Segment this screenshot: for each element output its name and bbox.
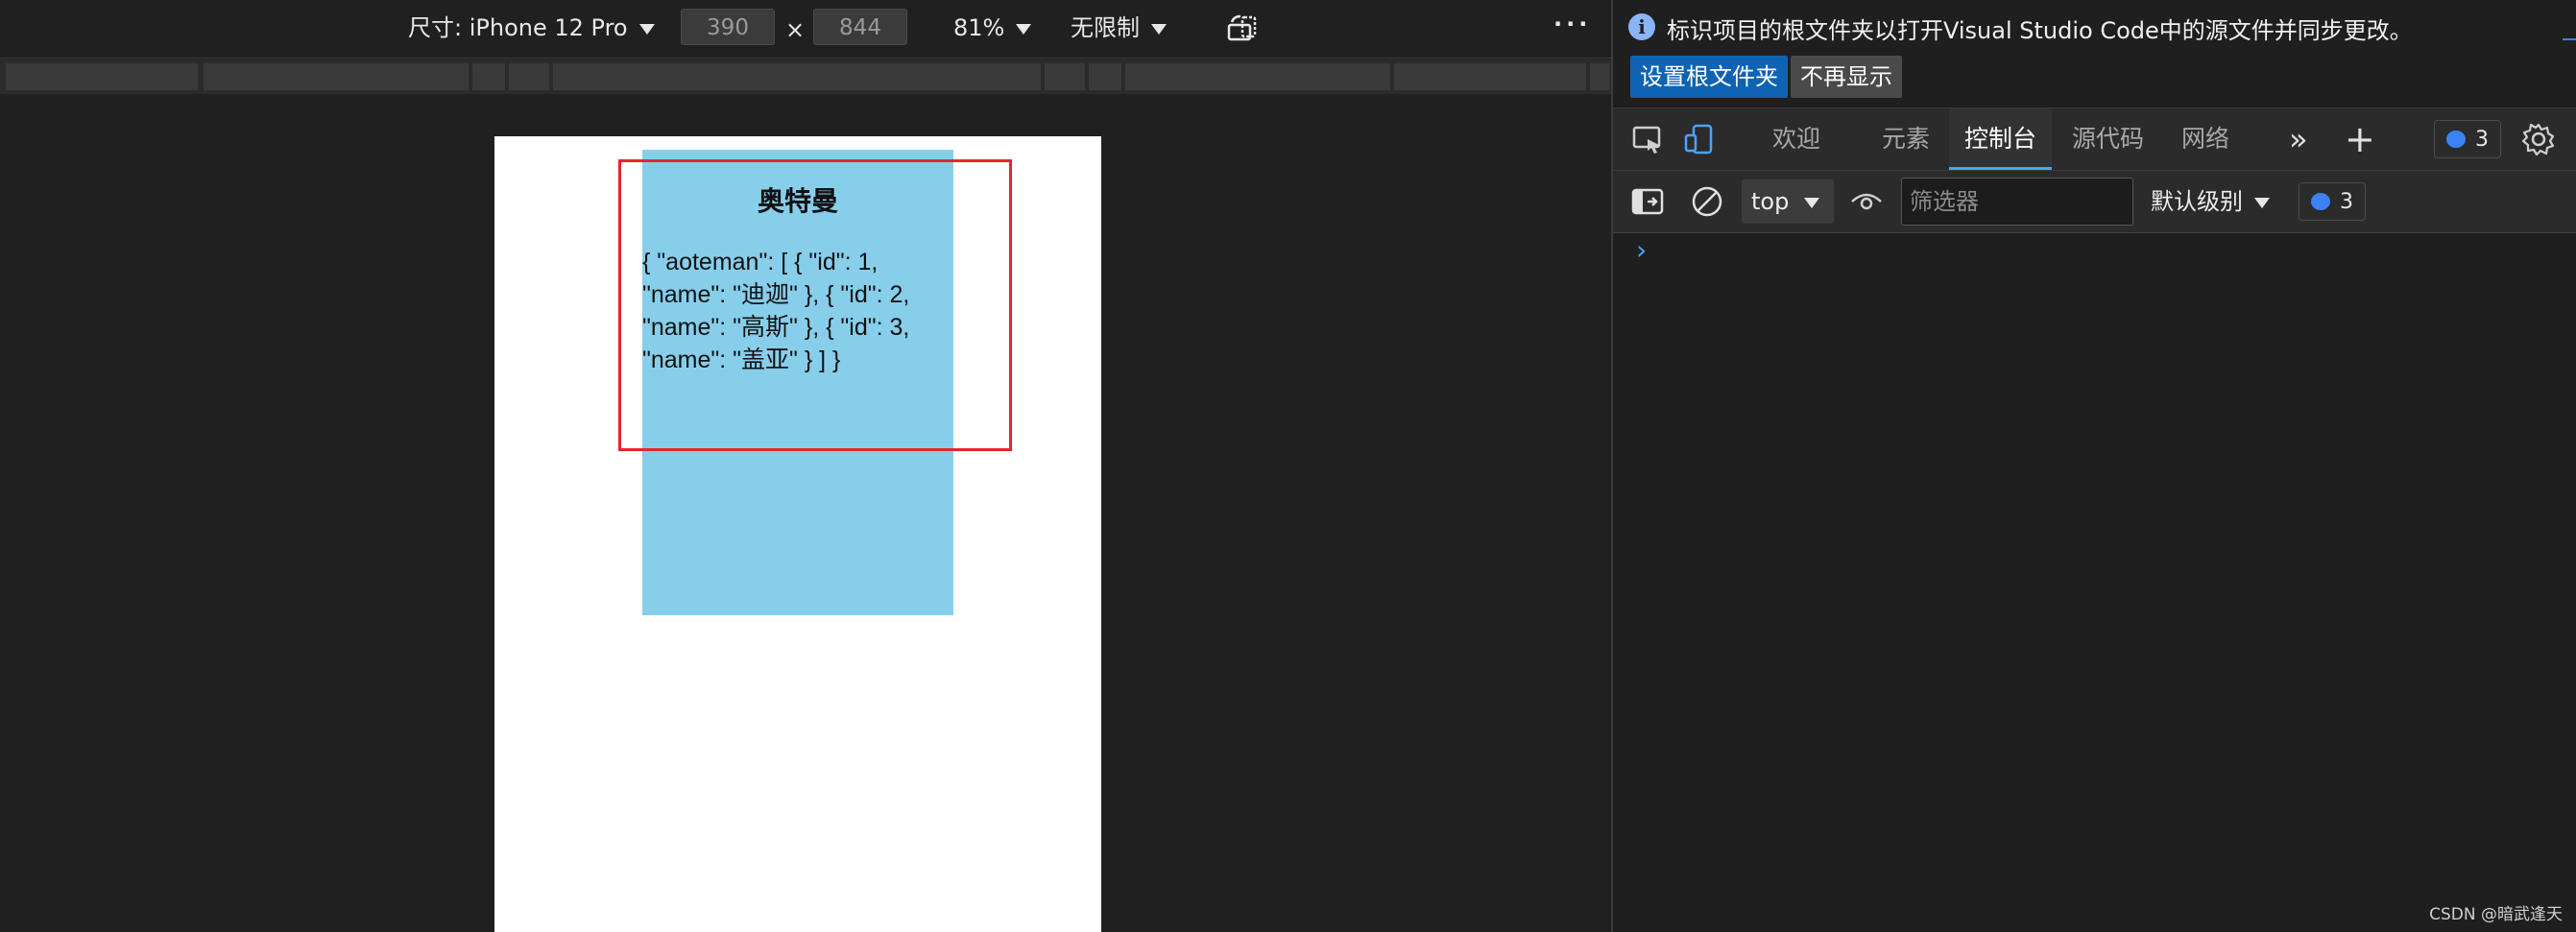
tab-elements[interactable]: 元素 (1882, 108, 1930, 170)
chevron-down-icon (638, 23, 655, 35)
device-dropdown[interactable]: 尺寸: iPhone 12 Pro (408, 12, 655, 44)
chevron-down-icon (2254, 197, 2270, 208)
info-message: 标识项目的根文件夹以打开Visual Studio Code中的源文件并同步更改… (1667, 17, 2413, 44)
live-expression-eye-icon[interactable] (1849, 184, 1884, 219)
device-label: 尺寸: iPhone 12 Pro (408, 14, 628, 41)
highlight-box (618, 159, 1012, 451)
console-prompt-icon[interactable]: › (1636, 233, 1647, 268)
tab-sources[interactable]: 源代码 (2072, 108, 2144, 170)
log-level-label: 默认级别 (2151, 188, 2243, 215)
media-query-segment[interactable] (1590, 63, 1609, 90)
devtools-tabbar: 欢迎 元素 控制台 源代码 网络 » + 3 (1613, 108, 2576, 171)
chevron-down-icon (1804, 197, 1820, 208)
add-tab-icon[interactable]: + (2345, 108, 2375, 170)
media-query-segment[interactable] (1045, 63, 1085, 90)
zoom-dropdown[interactable]: 81% (953, 12, 1032, 44)
device-viewport[interactable]: 奥特曼 { "aoteman": [ { "id": 1, "name": "迪… (494, 136, 1101, 932)
set-root-folder-button[interactable]: 设置根文件夹 (1630, 56, 1788, 98)
message-icon (2446, 131, 2466, 148)
issues-count: 3 (2475, 128, 2489, 152)
media-query-segment[interactable] (6, 63, 198, 90)
message-icon (2311, 193, 2330, 210)
console-issues-count: 3 (2340, 190, 2353, 214)
log-level-dropdown[interactable]: 默认级别 (2151, 182, 2270, 221)
rotate-icon[interactable] (1226, 13, 1261, 42)
media-query-bar (0, 60, 1611, 94)
media-query-segment[interactable] (1394, 63, 1586, 90)
filter-input[interactable]: 筛选器 (1901, 178, 2133, 226)
device-emulation-pane: 尺寸: iPhone 12 Pro 390 × 844 81% 无限制 ··· … (0, 0, 1611, 932)
console-output[interactable]: › CSDN @暗武逢天 (1613, 233, 2576, 932)
width-input[interactable]: 390 (681, 9, 775, 45)
inspect-element-icon[interactable] (1630, 122, 1665, 156)
close-infobar-icon[interactable] (2563, 38, 2576, 40)
settings-gear-icon[interactable] (2521, 122, 2556, 156)
dont-show-again-button[interactable]: 不再显示 (1791, 56, 1902, 98)
watermark: CSDN @暗武逢天 (2429, 905, 2563, 924)
more-options-icon[interactable]: ··· (1553, 8, 1591, 40)
throttling-label: 无限制 (1071, 14, 1140, 41)
issues-badge[interactable]: 3 (2434, 120, 2501, 158)
more-tabs-icon[interactable]: » (2289, 108, 2308, 170)
media-query-segment[interactable] (553, 63, 1041, 90)
console-toolbar: top 筛选器 默认级别 3 (1613, 171, 2576, 233)
clear-console-icon[interactable] (1690, 184, 1724, 219)
chevron-down-icon (1151, 23, 1167, 35)
tab-console[interactable]: 控制台 (1949, 108, 2053, 170)
media-query-segment[interactable] (472, 63, 505, 90)
tab-welcome[interactable]: 欢迎 (1772, 108, 1820, 170)
media-query-segment[interactable] (1125, 63, 1390, 90)
devtools-panel: i 标识项目的根文件夹以打开Visual Studio Code中的源文件并同步… (1613, 0, 2576, 932)
throttling-dropdown[interactable]: 无限制 (1071, 12, 1167, 44)
chevron-down-icon (1016, 23, 1032, 35)
context-label: top (1751, 188, 1790, 215)
info-bar: i 标识项目的根文件夹以打开Visual Studio Code中的源文件并同步… (1613, 0, 2576, 108)
zoom-label: 81% (953, 14, 1005, 41)
media-query-segment[interactable] (204, 63, 469, 90)
media-query-segment[interactable] (509, 63, 549, 90)
height-input[interactable]: 844 (813, 9, 907, 45)
console-issues-badge[interactable]: 3 (2299, 182, 2366, 221)
tab-network[interactable]: 网络 (2181, 108, 2229, 170)
device-toolbar: 尺寸: iPhone 12 Pro 390 × 844 81% 无限制 ··· (0, 0, 1611, 59)
context-dropdown[interactable]: top (1742, 179, 1834, 224)
times-sign: × (785, 16, 806, 43)
device-toolbar-icon[interactable] (1682, 122, 1717, 156)
sidebar-toggle-icon[interactable] (1630, 184, 1665, 219)
info-icon: i (1628, 13, 1655, 40)
media-query-segment[interactable] (1089, 63, 1121, 90)
